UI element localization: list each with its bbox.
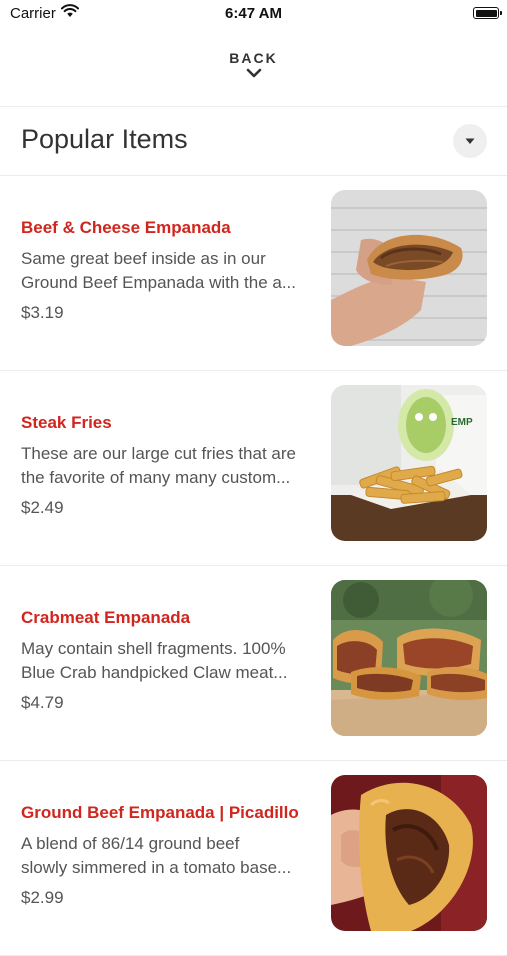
item-price: $2.99	[21, 888, 64, 907]
item-name: Beef & Cheese Empanada	[21, 218, 231, 237]
caret-down-icon	[465, 138, 475, 144]
item-text: Steak Fries These are our large cut frie…	[21, 413, 313, 518]
item-description-line: Blue Crab handpicked Claw meat...	[21, 663, 288, 682]
status-time: 6:47 AM	[225, 5, 282, 22]
item-text: Crabmeat Empanada May contain shell frag…	[21, 608, 313, 713]
item-description: Same great beef inside as in our Ground …	[21, 247, 313, 295]
list-item[interactable]: Beef & Cheese Empanada Same great beef i…	[0, 176, 507, 371]
section-title: Popular Items	[21, 124, 188, 154]
item-name: Steak Fries	[21, 413, 112, 432]
list-item[interactable]: Ground Beef Empanada | Picadillo A blend…	[0, 761, 507, 956]
back-button[interactable]: BACK	[0, 50, 507, 78]
item-description-line: Ground Beef Empanada with the a...	[21, 273, 297, 292]
item-description-line: slowly simmered in a tomato base...	[21, 858, 292, 877]
status-bar: Carrier 6:47 AM	[0, 0, 507, 28]
item-description-line: These are our large cut fries that are	[21, 444, 296, 463]
item-price: $4.79	[21, 693, 64, 712]
item-description: May contain shell fragments. 100% Blue C…	[21, 637, 313, 685]
chevron-down-icon	[246, 68, 261, 78]
item-text: Ground Beef Empanada | Picadillo A blend…	[21, 803, 313, 908]
section-dropdown-button[interactable]	[453, 124, 487, 158]
steak-fries-photo: EMP	[331, 385, 487, 541]
list-item[interactable]: Crabmeat Empanada May contain shell frag…	[0, 566, 507, 761]
item-description-line: A blend of 86/14 ground beef	[21, 834, 240, 853]
list-item[interactable]: Steak Fries These are our large cut frie…	[0, 371, 507, 566]
item-name: Crabmeat Empanada	[21, 608, 191, 627]
item-description: A blend of 86/14 ground beef slowly simm…	[21, 832, 313, 880]
item-list: Beef & Cheese Empanada Same great beef i…	[0, 176, 507, 956]
item-description: These are our large cut fries that are t…	[21, 442, 313, 490]
item-text: Beef & Cheese Empanada Same great beef i…	[21, 218, 313, 323]
item-description-line: the favorite of many many custom...	[21, 468, 291, 487]
item-price: $3.19	[21, 303, 64, 322]
section-header: Popular Items	[0, 108, 507, 176]
item-description-line: Same great beef inside as in our	[21, 249, 266, 268]
beef-cheese-empanada-photo	[331, 190, 487, 346]
crabmeat-empanada-photo	[331, 580, 487, 736]
item-price: $2.49	[21, 498, 64, 517]
svg-text:EMP: EMP	[451, 417, 473, 428]
item-name: Ground Beef Empanada | Picadillo	[21, 803, 299, 822]
battery-icon	[473, 7, 502, 19]
ground-beef-empanada-photo	[331, 775, 487, 931]
back-label: BACK	[229, 50, 278, 66]
divider	[0, 106, 507, 107]
item-description-line: May contain shell fragments. 100%	[21, 639, 286, 658]
